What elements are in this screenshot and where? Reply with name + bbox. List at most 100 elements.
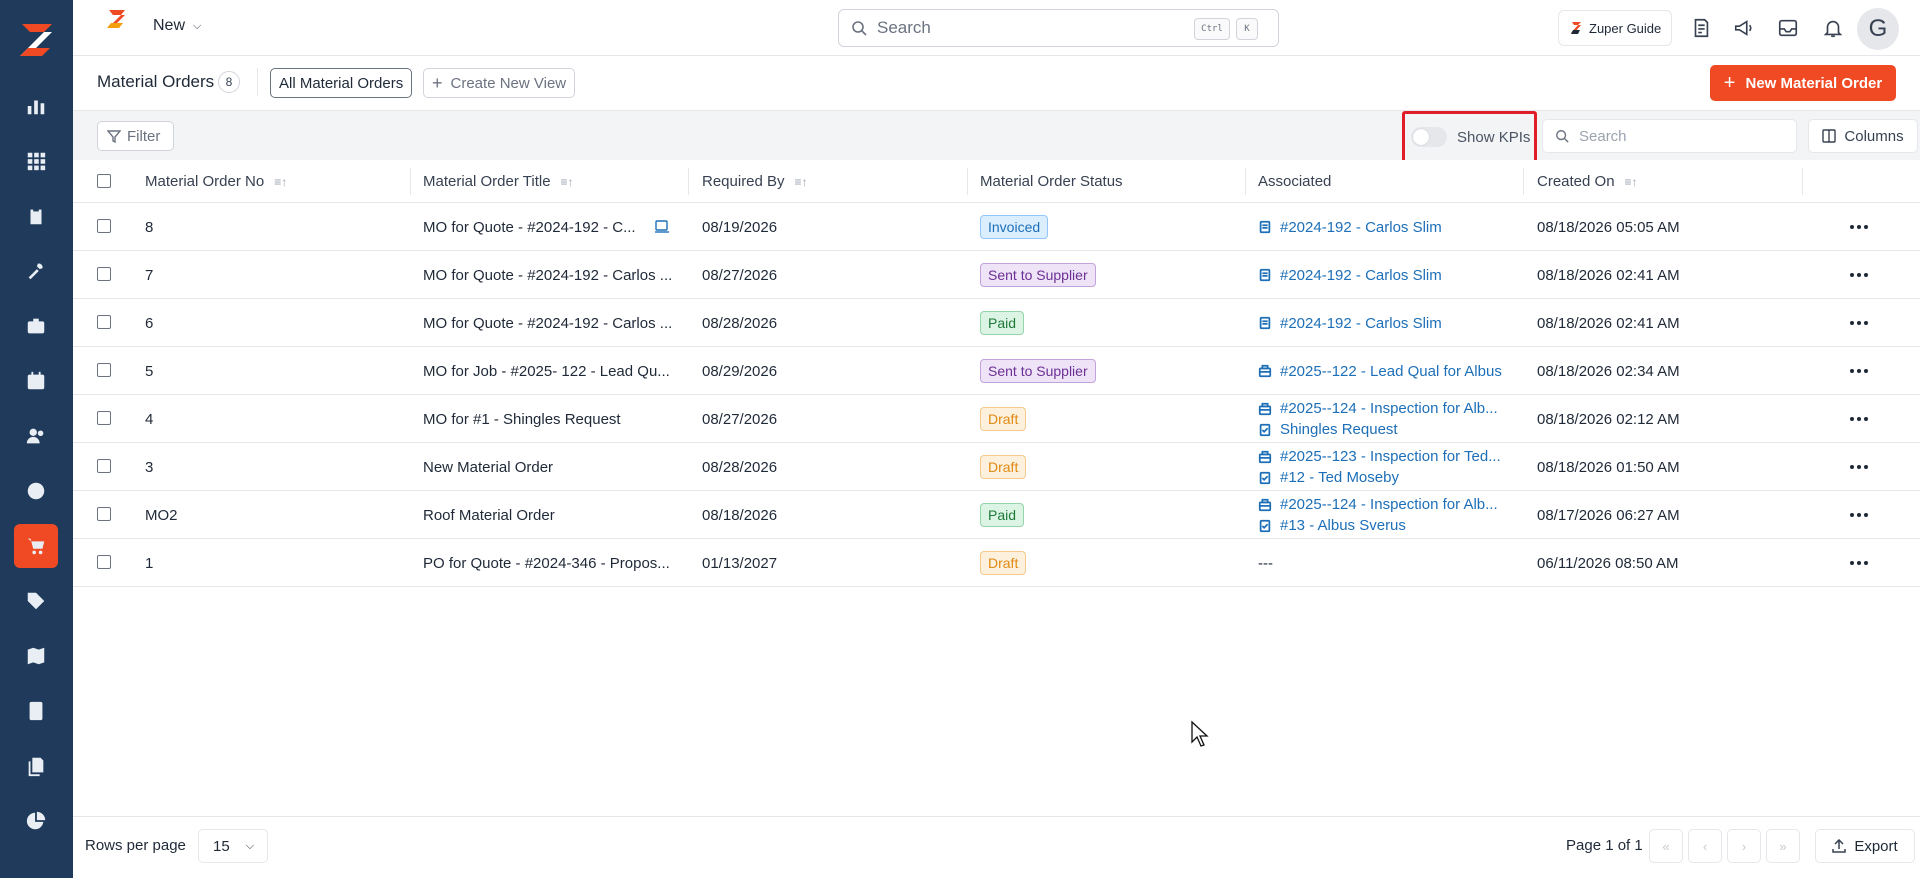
cell-title[interactable]: MO for Quote - #2024-192 - C...: [423, 203, 670, 251]
kpi-toggle-switch[interactable]: [1411, 127, 1447, 147]
bell-icon[interactable]: [1819, 14, 1847, 42]
sidebar-item-grid[interactable]: [14, 139, 58, 183]
global-search[interactable]: Search Ctrl K: [838, 9, 1279, 47]
cell-title[interactable]: MO for Quote - #2024-192 - Carlos ...: [423, 299, 672, 347]
associated-link[interactable]: #2024-192 - Carlos Slim: [1258, 267, 1442, 284]
columns-button[interactable]: Columns: [1808, 119, 1918, 153]
more-actions-icon[interactable]: [1850, 395, 1868, 443]
sidebar-item-tools[interactable]: [14, 249, 58, 293]
row-checkbox[interactable]: [97, 411, 111, 425]
sidebar-item-documents[interactable]: [14, 744, 58, 788]
cell-required-by: 08/28/2026: [702, 314, 778, 332]
first-page-icon[interactable]: «: [1649, 829, 1683, 863]
table-row[interactable]: 7 MO for Quote - #2024-192 - Carlos ... 08…: [73, 251, 1920, 299]
create-new-view-button[interactable]: + Create New View: [423, 68, 576, 98]
sidebar-item-briefcase[interactable]: [14, 304, 58, 348]
rows-per-page-select[interactable]: 15 ⌵: [198, 829, 268, 863]
associated-link[interactable]: #2025--124 - Inspection for Alb...: [1258, 400, 1498, 417]
table-row[interactable]: 3 New Material Order 08/28/2026 Draft #2025-…: [73, 443, 1920, 491]
cell-title[interactable]: Roof Material Order: [423, 491, 555, 539]
previous-page-icon[interactable]: ‹: [1688, 829, 1722, 863]
row-checkbox[interactable]: [97, 507, 111, 521]
col-material-order-status[interactable]: Material Order Status: [980, 160, 1123, 203]
sidebar-item-calculator[interactable]: [14, 689, 58, 733]
avatar[interactable]: G: [1857, 8, 1899, 50]
megaphone-icon[interactable]: [1730, 14, 1758, 42]
more-actions-icon[interactable]: [1850, 299, 1868, 347]
show-kpis-toggle[interactable]: Show KPIs: [1402, 111, 1537, 163]
row-checkbox[interactable]: [97, 219, 111, 233]
row-checkbox[interactable]: [97, 363, 111, 377]
last-page-icon[interactable]: »: [1766, 829, 1800, 863]
col-associated[interactable]: Associated: [1258, 160, 1331, 203]
associated-link[interactable]: Shingles Request: [1258, 421, 1398, 438]
column-divider[interactable]: [1523, 168, 1524, 195]
row-checkbox[interactable]: [97, 315, 111, 329]
status-badge: Draft: [980, 407, 1027, 431]
row-checkbox[interactable]: [97, 459, 111, 473]
table-search-input[interactable]: Search: [1542, 119, 1797, 153]
cell-title[interactable]: MO for Job - #2025- 122 - Lead Qu...: [423, 347, 670, 395]
sidebar-item-calendar[interactable]: [14, 359, 58, 403]
new-material-order-button[interactable]: + New Material Order: [1710, 65, 1896, 101]
select-all-checkbox[interactable]: [97, 174, 111, 188]
column-divider[interactable]: [688, 168, 689, 195]
more-actions-icon[interactable]: [1850, 491, 1868, 539]
associated-link[interactable]: #2024-192 - Carlos Slim: [1258, 219, 1442, 236]
col-material-order-no[interactable]: Material Order No ≡↑: [145, 160, 287, 203]
sidebar-item-clipboard[interactable]: [14, 194, 58, 238]
column-divider[interactable]: [410, 168, 411, 195]
sidebar-item-clock[interactable]: [14, 469, 58, 513]
more-actions-icon[interactable]: [1850, 443, 1868, 491]
more-actions-icon[interactable]: [1850, 539, 1868, 587]
sidebar-item-users[interactable]: [14, 414, 58, 458]
sidebar-item-bar-chart[interactable]: [14, 84, 58, 128]
table-row[interactable]: 5 MO for Job - #2025- 122 - Lead Qu... 08/…: [73, 347, 1920, 395]
view-all-material-orders[interactable]: All Material Orders: [270, 68, 413, 98]
table-row[interactable]: 4 MO for #1 - Shingles Request 08/27/2026 D…: [73, 395, 1920, 443]
associated-link[interactable]: #2024-192 - Carlos Slim: [1258, 315, 1442, 332]
associated-link[interactable]: #13 - Albus Sverus: [1258, 517, 1406, 534]
row-checkbox[interactable]: [97, 267, 111, 281]
col-material-order-title[interactable]: Material Order Title ≡↑: [423, 160, 574, 203]
brand-mark-icon[interactable]: [103, 8, 129, 30]
sidebar-item-tag[interactable]: [14, 579, 58, 623]
more-actions-icon[interactable]: [1850, 251, 1868, 299]
cell-title[interactable]: MO for #1 - Shingles Request: [423, 395, 621, 443]
new-dropdown[interactable]: New ⌵: [153, 17, 201, 35]
filter-button[interactable]: Filter: [97, 121, 174, 151]
col-required-by[interactable]: Required By ≡↑: [702, 160, 808, 203]
cell-order-no: 8: [145, 218, 154, 236]
cell-required-by: 08/19/2026: [702, 218, 778, 236]
sidebar-item-map[interactable]: [14, 634, 58, 678]
associated-link[interactable]: #2025--123 - Inspection for Ted...: [1258, 448, 1501, 465]
export-button[interactable]: Export: [1815, 829, 1915, 863]
associated-link[interactable]: #2025--124 - Inspection for Alb...: [1258, 496, 1498, 513]
sidebar-item-cart[interactable]: [14, 524, 58, 568]
table-row[interactable]: MO2 Roof Material Order 08/18/2026 Paid #202…: [73, 491, 1920, 539]
more-actions-icon[interactable]: [1850, 347, 1868, 395]
sidebar-item-pie-chart[interactable]: [14, 799, 58, 843]
row-checkbox[interactable]: [97, 555, 111, 569]
table-row[interactable]: 1 PO for Quote - #2024-346 - Propos... 01/…: [73, 539, 1920, 587]
table-row[interactable]: 6 MO for Quote - #2024-192 - Carlos ... 08…: [73, 299, 1920, 347]
cell-title[interactable]: PO for Quote - #2024-346 - Propos...: [423, 539, 670, 587]
zuper-guide-button[interactable]: Zuper Guide: [1558, 10, 1672, 46]
cell-required-by: 01/13/2027: [702, 554, 778, 572]
document-icon[interactable]: [654, 220, 670, 234]
cell-title[interactable]: MO for Quote - #2024-192 - Carlos ...: [423, 251, 672, 299]
associated-link[interactable]: #12 - Ted Moseby: [1258, 469, 1399, 486]
more-actions-icon[interactable]: [1850, 203, 1868, 251]
column-divider[interactable]: [967, 168, 968, 195]
table-row[interactable]: 8 MO for Quote - #2024-192 - C... 08/19/20…: [73, 203, 1920, 251]
column-divider[interactable]: [1802, 168, 1803, 195]
cell-title[interactable]: New Material Order: [423, 443, 553, 491]
columns-icon: [1822, 129, 1837, 143]
checklist-icon[interactable]: [1687, 14, 1715, 42]
next-page-icon[interactable]: ›: [1727, 829, 1761, 863]
inbox-icon[interactable]: [1774, 14, 1802, 42]
zuper-logo[interactable]: [14, 18, 58, 62]
column-divider[interactable]: [1245, 168, 1246, 195]
associated-link[interactable]: #2025--122 - Lead Qual for Albus: [1258, 363, 1502, 380]
col-created-on[interactable]: Created On ≡↑: [1537, 160, 1638, 203]
